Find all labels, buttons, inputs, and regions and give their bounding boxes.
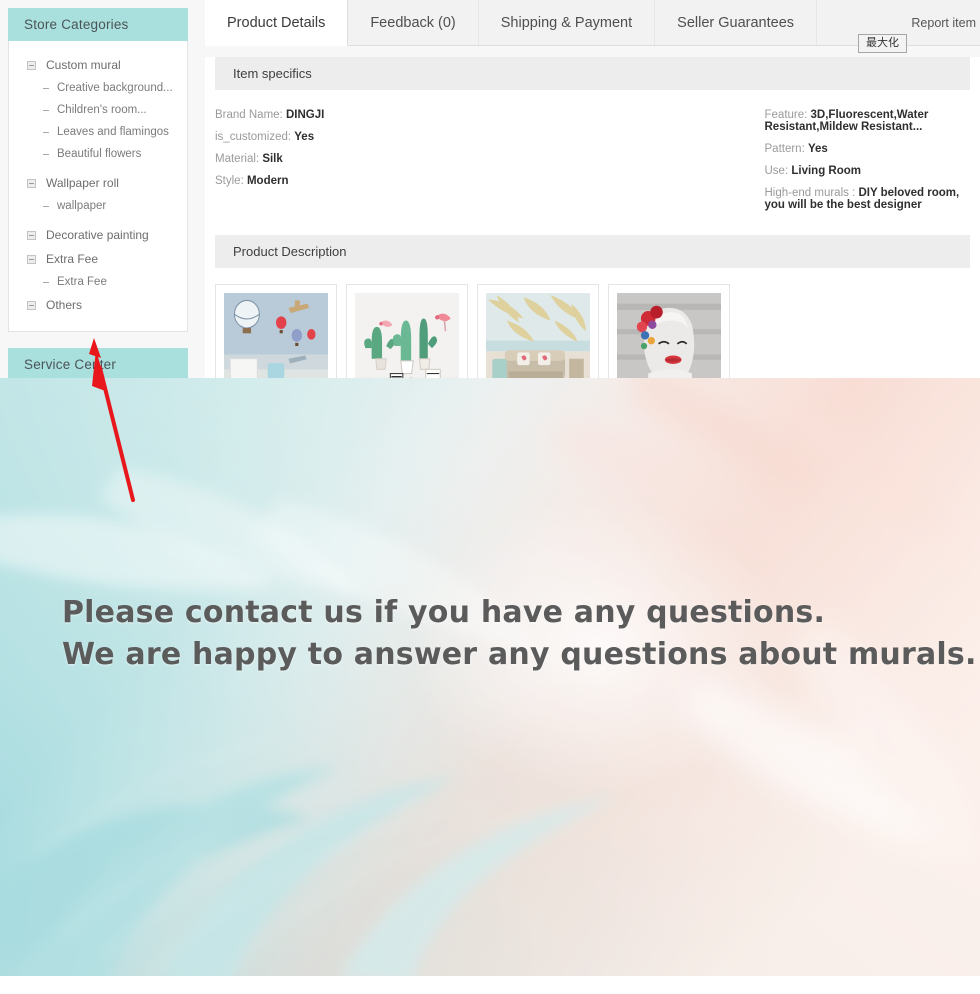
category-item-decorative-painting[interactable]: Decorative painting <box>9 223 187 247</box>
report-item-link[interactable]: Report item <box>895 0 980 45</box>
expand-box-icon <box>27 254 36 264</box>
spec-value: Modern <box>246 175 289 187</box>
expand-box-icon <box>27 178 36 188</box>
category-item-others[interactable]: Others <box>9 293 187 317</box>
banner-line-1: Please contact us if you have any questi… <box>62 595 826 630</box>
item-specifics-table: Brand Name: DINGJI is_customized: Yes Ma… <box>205 90 980 224</box>
spec-label: Brand Name: <box>215 109 283 121</box>
category-label: Custom mural <box>46 58 121 72</box>
category-label: Wallpaper roll <box>46 176 119 190</box>
category-list: Custom mural Creative background... Chil… <box>9 41 187 331</box>
spec-label: Use: <box>764 165 789 177</box>
spec-label: is_customized: <box>215 131 292 143</box>
spec-label: Style: <box>215 175 244 187</box>
spec-label: Pattern: <box>764 143 805 155</box>
dash-icon <box>43 131 49 133</box>
spec-row: Feature: 3D,Fluorescent,Water Resistant,… <box>765 104 980 138</box>
spec-row: High-end murals : DIY beloved room, you … <box>765 182 980 216</box>
spec-row: is_customized: Yes <box>215 126 593 148</box>
expand-box-icon <box>27 230 36 240</box>
spec-row: Use: Living Room <box>765 160 980 182</box>
spec-row: Style: Modern <box>215 170 593 192</box>
tab-label: Seller Guarantees <box>677 14 795 31</box>
tab-label: Shipping & Payment <box>500 14 633 31</box>
store-categories-panel: Store Categories Custom mural Creative b… <box>8 8 188 332</box>
dash-icon <box>43 87 49 89</box>
dash-icon <box>43 281 49 283</box>
store-categories-title: Store Categories <box>8 8 188 41</box>
category-item-custom-mural[interactable]: Custom mural <box>9 53 187 77</box>
specs-column-right: Feature: 3D,Fluorescent,Water Resistant,… <box>593 104 980 216</box>
feather-background-image <box>0 378 980 976</box>
tab-seller-guarantees[interactable]: Seller Guarantees <box>655 0 818 45</box>
category-label: wallpaper <box>57 200 107 212</box>
category-item-wallpaper-roll[interactable]: Wallpaper roll <box>9 171 187 195</box>
spec-value: Yes <box>294 131 315 143</box>
tab-feedback[interactable]: Feedback (0) <box>348 0 479 45</box>
product-page: Store Categories Custom mural Creative b… <box>0 0 980 994</box>
expand-box-icon <box>27 60 36 70</box>
tab-label: Product Details <box>227 14 326 31</box>
category-label: Extra Fee <box>57 276 107 288</box>
spec-row: Material: Silk <box>215 148 593 170</box>
spec-value: Yes <box>807 143 828 155</box>
spec-row: Brand Name: DINGJI <box>215 104 593 126</box>
category-label: Creative background... <box>57 82 173 94</box>
category-item-creative-background[interactable]: Creative background... <box>9 77 187 99</box>
service-center-title: Service Center <box>8 348 188 381</box>
tab-label: Feedback (0) <box>370 14 456 31</box>
category-label: Decorative painting <box>46 228 149 242</box>
category-label: Leaves and flamingos <box>57 126 169 138</box>
expand-box-icon <box>27 300 36 310</box>
dash-icon <box>43 205 49 207</box>
category-item-leaves-and-flamingos[interactable]: Leaves and flamingos <box>9 121 187 143</box>
tab-product-details[interactable]: Product Details <box>205 0 349 46</box>
product-description-header: Product Description <box>215 235 970 268</box>
category-item-extra-fee[interactable]: Extra Fee <box>9 247 187 271</box>
specs-column-left: Brand Name: DINGJI is_customized: Yes Ma… <box>205 104 593 216</box>
contact-banner: Please contact us if you have any questi… <box>0 378 980 976</box>
dash-icon <box>43 109 49 111</box>
maximize-tooltip: 最大化 <box>858 34 907 53</box>
spec-label: Feature: <box>764 109 808 121</box>
spec-value: DINGJI <box>285 109 325 121</box>
spec-label: Material: <box>215 153 260 165</box>
banner-message: Please contact us if you have any questi… <box>62 592 977 676</box>
spec-value: Living Room <box>791 165 861 177</box>
category-label: Children's room... <box>57 104 147 116</box>
category-item-childrens-room[interactable]: Children's room... <box>9 99 187 121</box>
spec-value: Silk <box>262 153 283 165</box>
details-body: Item specifics Brand Name: DINGJI is_cus… <box>205 57 980 400</box>
category-item-wallpaper[interactable]: wallpaper <box>9 195 187 217</box>
main-content: Product Details Feedback (0) Shipping & … <box>205 0 980 400</box>
banner-line-2: We are happy to answer any questions abo… <box>62 637 977 672</box>
spec-row: Pattern: Yes <box>765 138 980 160</box>
report-item-label: Report item <box>911 15 976 30</box>
category-item-beautiful-flowers[interactable]: Beautiful flowers <box>9 143 187 165</box>
category-label: Beautiful flowers <box>57 148 142 160</box>
dash-icon <box>43 153 49 155</box>
tab-shipping-payment[interactable]: Shipping & Payment <box>479 0 656 45</box>
category-item-extra-fee-sub[interactable]: Extra Fee <box>9 271 187 293</box>
top-content-area: Store Categories Custom mural Creative b… <box>0 0 980 417</box>
category-label: Extra Fee <box>46 252 99 266</box>
sidebar: Store Categories Custom mural Creative b… <box>8 8 188 417</box>
category-label: Others <box>46 298 83 312</box>
item-specifics-header: Item specifics <box>215 57 970 90</box>
spec-label: High-end murals : <box>764 187 856 199</box>
